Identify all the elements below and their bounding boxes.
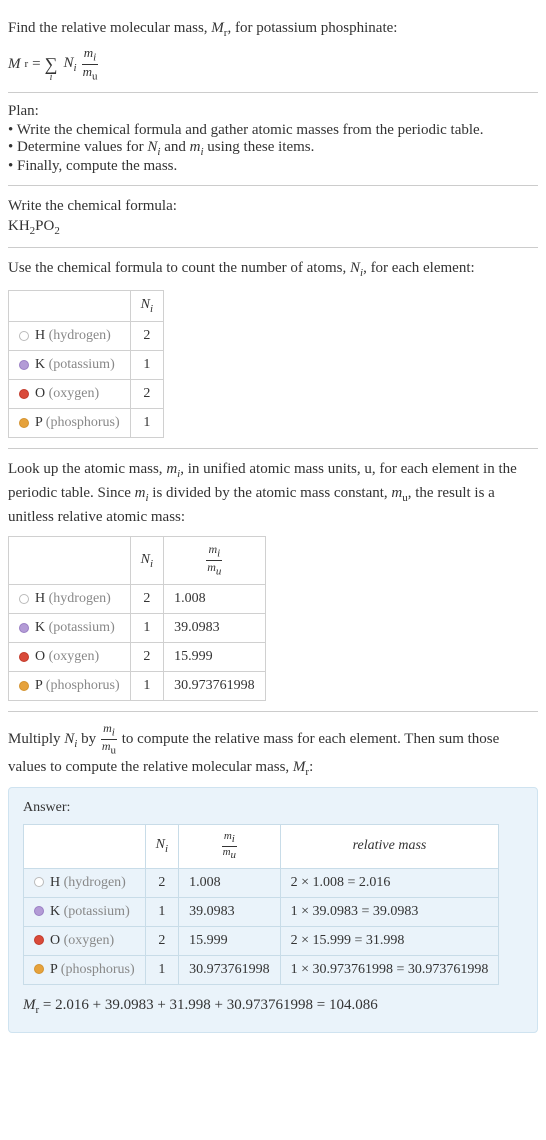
- element-dot-icon: [19, 623, 29, 633]
- element-dot-icon: [34, 906, 44, 916]
- multiply-section: Multiply Ni by mi mu to compute the rela…: [8, 712, 538, 1032]
- element-dot-icon: [19, 360, 29, 370]
- table-row: P (phosphorus) 1 30.973761998: [9, 672, 266, 701]
- element-dot-icon: [34, 964, 44, 974]
- plan-title: Plan:: [8, 103, 538, 120]
- multiply-text: Multiply Ni by mi mu to compute the rela…: [8, 722, 538, 781]
- table-row: P (phosphorus) 1: [9, 408, 164, 437]
- header-ni: Ni: [130, 537, 163, 585]
- plan-item: Determine values for Ni and mi using the…: [8, 139, 538, 158]
- table-header-row: Ni: [9, 291, 164, 322]
- element-dot-icon: [34, 877, 44, 887]
- table-row: K (potassium) 1: [9, 350, 164, 379]
- final-result: Mr = 2.016 + 39.0983 + 31.998 + 30.97376…: [23, 997, 523, 1016]
- answer-table: Ni mi mu relative mass H (hydrogen) 2 1.…: [23, 824, 499, 984]
- plan-item: Finally, compute the mass.: [8, 158, 538, 175]
- intro-text: Find the relative molecular mass, Mr, fo…: [8, 18, 538, 42]
- table-row: H (hydrogen) 2 1.008: [9, 585, 266, 614]
- answer-box: Answer: Ni mi mu relative mass H (hydrog…: [8, 787, 538, 1032]
- table-row: H (hydrogen) 2: [9, 321, 164, 350]
- answer-label: Answer:: [23, 800, 523, 816]
- element-dot-icon: [19, 418, 29, 428]
- table-row: O (oxygen) 2 15.999: [9, 643, 266, 672]
- chem-formula-section: Write the chemical formula: KH2PO2: [8, 186, 538, 248]
- element-dot-icon: [19, 652, 29, 662]
- table-row: H (hydrogen) 2 1.008 2 × 1.008 = 2.016: [24, 868, 499, 897]
- element-dot-icon: [19, 594, 29, 604]
- plan-list: Write the chemical formula and gather at…: [8, 122, 538, 175]
- lookup-section: Look up the atomic mass, mi, in unified …: [8, 449, 538, 713]
- header-ni: Ni: [145, 825, 178, 868]
- element-dot-icon: [19, 331, 29, 341]
- element-dot-icon: [19, 389, 29, 399]
- table-row: P (phosphorus) 1 30.973761998 1 × 30.973…: [24, 955, 499, 984]
- intro-section: Find the relative molecular mass, Mr, fo…: [8, 8, 538, 93]
- mass-table: Ni mi mu H (hydrogen) 2 1.008 K (potassi…: [8, 536, 266, 701]
- table-row: K (potassium) 1 39.0983 1 × 39.0983 = 39…: [24, 897, 499, 926]
- table-header-row: Ni mi mu: [9, 537, 266, 585]
- intro-formula: Mr = ∑i Ni mi mu: [8, 46, 538, 82]
- table-row: O (oxygen) 2: [9, 379, 164, 408]
- chem-title: Write the chemical formula:: [8, 196, 538, 218]
- header-mass-frac: mi mu: [179, 825, 281, 868]
- header-relative-mass: relative mass: [280, 825, 499, 868]
- lookup-text: Look up the atomic mass, mi, in unified …: [8, 459, 538, 529]
- header-ni: Ni: [130, 291, 163, 322]
- table-row: O (oxygen) 2 15.999 2 × 15.999 = 31.998: [24, 926, 499, 955]
- count-table: Ni H (hydrogen) 2 K (potassium) 1 O (oxy…: [8, 290, 164, 438]
- count-text: Use the chemical formula to count the nu…: [8, 258, 538, 282]
- element-dot-icon: [19, 681, 29, 691]
- header-mass-frac: mi mu: [164, 537, 266, 585]
- element-dot-icon: [34, 935, 44, 945]
- count-section: Use the chemical formula to count the nu…: [8, 248, 538, 449]
- table-row: K (potassium) 1 39.0983: [9, 614, 266, 643]
- table-header-row: Ni mi mu relative mass: [24, 825, 499, 868]
- plan-item: Write the chemical formula and gather at…: [8, 122, 538, 139]
- chem-formula: KH2PO2: [8, 218, 538, 237]
- plan-section: Plan: Write the chemical formula and gat…: [8, 93, 538, 186]
